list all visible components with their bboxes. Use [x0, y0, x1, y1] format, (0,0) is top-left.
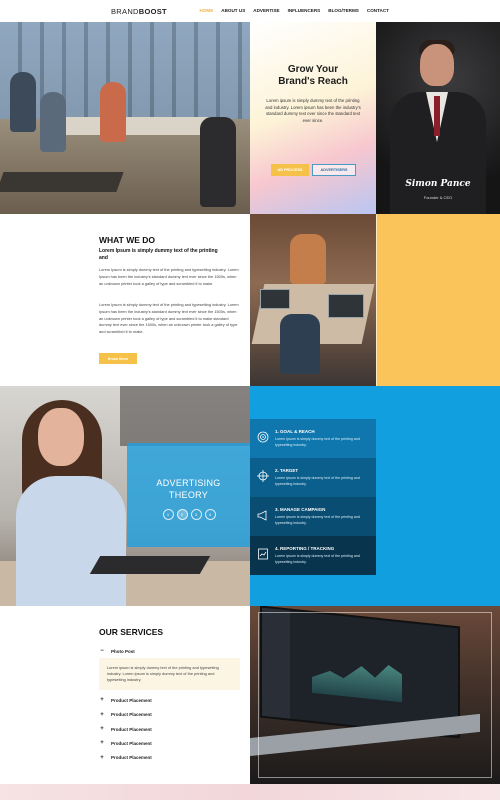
minus-icon: −	[100, 648, 104, 655]
plus-icon: +	[100, 754, 104, 761]
footer-strip	[0, 784, 500, 800]
step-reporting-tracking[interactable]: 4. REPORTING / TRACKING Lorem ipsum is s…	[250, 536, 376, 575]
accordion-panel: Lorem ipsum is simply dummy text of the …	[99, 658, 240, 691]
what-we-do-section: WHAT WE DO Lorem Ipsum is simply dummy t…	[0, 214, 250, 386]
advertisers-button[interactable]: ADVERTISERS	[312, 164, 356, 176]
step-heading: 2. TARGET	[275, 468, 299, 473]
hero-panel: Grow Your Brand's Reach Lorem ipsum is s…	[250, 22, 376, 214]
nav-advertise[interactable]: ADVERTISE	[253, 8, 279, 13]
paragraph: Lorem Ipsum is simply dummy text of the …	[99, 302, 239, 335]
nav-influencers[interactable]: INFLUENCERS	[288, 8, 321, 13]
know-more-button[interactable]: Know More	[99, 353, 137, 364]
step-heading: 4. REPORTING / TRACKING	[275, 546, 335, 551]
step-heading: 3. MANAGE CAMPAIGN	[275, 507, 326, 512]
accordion-item[interactable]: + Product Placement	[99, 736, 240, 750]
services-section: OUR SERVICES − Photo Post Lorem ipsum is…	[0, 606, 250, 784]
advertising-title: ADVERTISING THEORY	[156, 478, 221, 500]
step-desc: Lorem ipsum is simply dummy text of the …	[275, 554, 360, 564]
megaphone-icon	[257, 510, 267, 521]
step-dot[interactable]: 1	[162, 509, 174, 520]
nav-contact[interactable]: CONTACT	[367, 8, 389, 13]
section-title: OUR SERVICES	[99, 627, 164, 637]
main-nav: HOME ABOUT US ADVERTISE INFLUENCERS BLOG…	[200, 8, 390, 13]
step-desc: Lorem ipsum is simply dummy text of the …	[275, 476, 360, 486]
section-title: WHAT WE DO	[99, 235, 156, 245]
plus-icon: +	[100, 726, 104, 733]
step-heading: 1. GOAL & REACH	[275, 429, 315, 434]
step-desc: Lorem ipsum is simply dummy text of the …	[275, 437, 360, 447]
nav-blog-terms[interactable]: BLOG/TERMS	[328, 8, 359, 13]
step-manage-campaign[interactable]: 3. MANAGE CAMPAIGN Lorem ipsum is simply…	[250, 497, 376, 536]
site-header: BRANDBOOST HOME ABOUT US ADVERTISE INFLU…	[0, 0, 500, 22]
report-icon	[258, 548, 268, 560]
step-dot[interactable]: 2	[176, 509, 188, 520]
laptop-dashboard-photo	[250, 606, 500, 784]
accordion-item[interactable]: + Product Placement	[99, 708, 240, 722]
step-desc: Lorem ipsum is simply dummy text of the …	[275, 515, 360, 525]
advertising-theory-box: ADVERTISING THEORY 1 2 3 4	[127, 443, 250, 547]
founder-photo: Simon Pance Founder & CEO	[376, 22, 500, 214]
founder-role: Founder & CEO	[423, 195, 453, 200]
ad-process-button[interactable]: AD PROCESS	[271, 164, 309, 176]
nav-about-us[interactable]: ABOUT US	[221, 8, 245, 13]
step-dots: 1 2 3 4	[159, 509, 219, 520]
plus-icon: +	[100, 697, 104, 704]
plus-icon: +	[100, 711, 104, 718]
accordion-item[interactable]: + Product Placement	[99, 693, 240, 707]
office-photo	[0, 22, 250, 214]
plus-icon: +	[100, 740, 104, 747]
hero-text: Lorem ipsum is simply dummy text of the …	[265, 98, 361, 123]
paragraph: Lorem Ipsum is simply dummy text of the …	[99, 267, 239, 286]
hero-title: Grow Your Brand's Reach	[278, 64, 348, 87]
nav-home[interactable]: HOME	[200, 8, 214, 13]
step-dot[interactable]: 3	[190, 509, 202, 520]
target-icon	[257, 431, 269, 443]
divider	[376, 214, 377, 386]
accordion-item[interactable]: + Product Placement	[99, 750, 240, 764]
founder-name: Simon Pance	[405, 179, 471, 189]
section-subtitle: Lorem Ipsum is simply dummy text of the …	[99, 248, 218, 261]
step-dot[interactable]: 4	[204, 509, 216, 520]
accordion-item[interactable]: + Product Placement	[99, 722, 240, 736]
crosshair-icon	[257, 470, 269, 482]
step-target[interactable]: 2. TARGET Lorem ipsum is simply dummy te…	[250, 458, 376, 497]
accordion-item-open[interactable]: − Photo Post	[99, 644, 240, 658]
team-photo	[250, 214, 376, 386]
brand-logo[interactable]: BRANDBOOST	[111, 7, 167, 16]
services-accordion: − Photo Post Lorem ipsum is simply dummy…	[99, 644, 240, 765]
step-goal-reach[interactable]: 1. GOAL & REACH Lorem ipsum is simply du…	[250, 419, 376, 458]
yellow-accent-block	[376, 214, 500, 386]
